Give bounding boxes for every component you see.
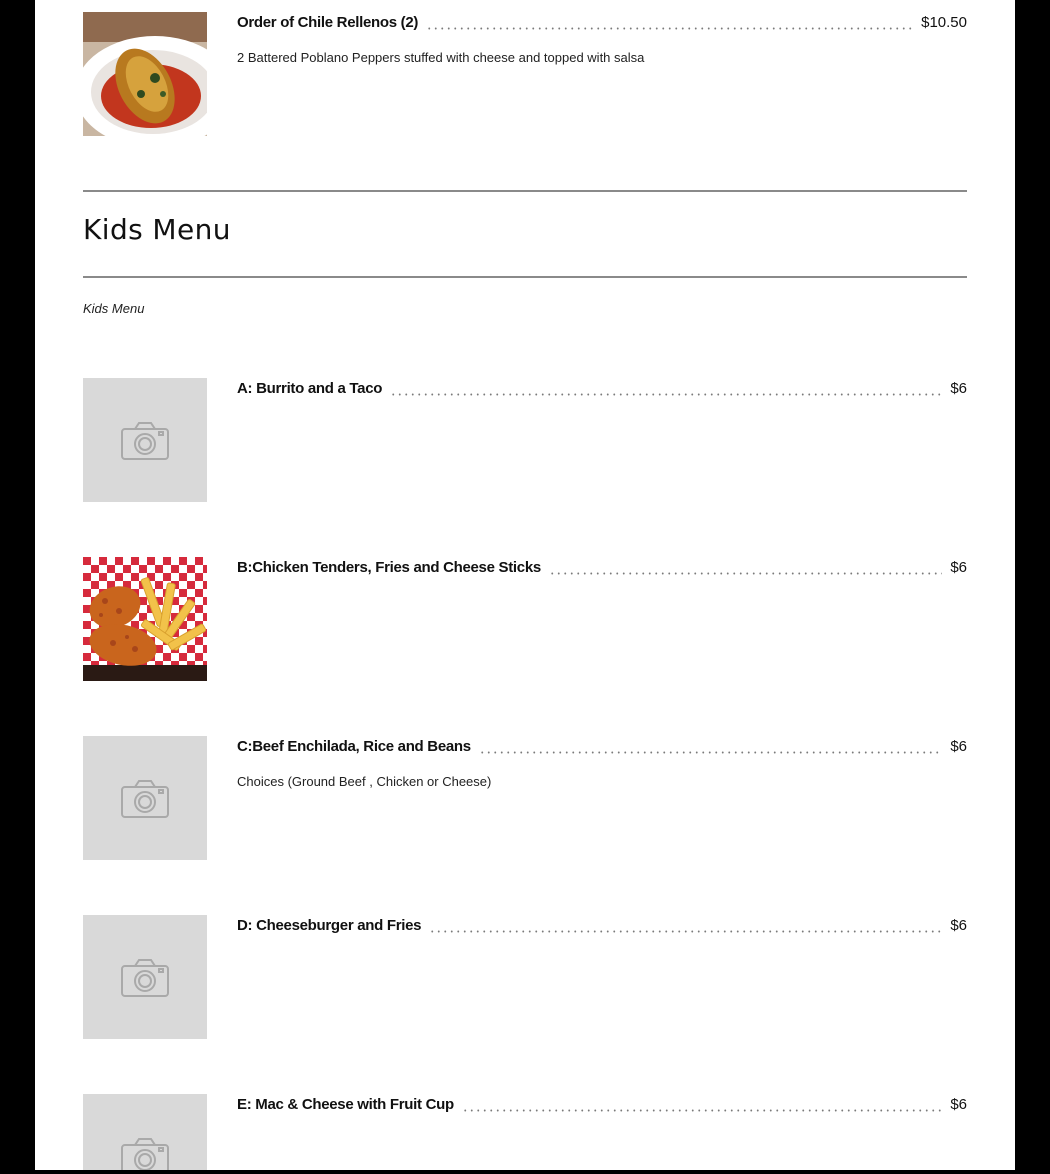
menu-item-price: $10.50 bbox=[921, 14, 967, 31]
dot-leader bbox=[429, 921, 943, 933]
dot-leader bbox=[548, 563, 943, 575]
dot-leader bbox=[390, 384, 943, 396]
image-placeholder[interactable] bbox=[83, 378, 207, 502]
menu-item-name: C:Beef Enchilada, Rice and Beans bbox=[237, 738, 471, 755]
menu-item-header: B:Chicken Tenders, Fries and Cheese Stic… bbox=[237, 559, 967, 579]
camera-placeholder-icon bbox=[121, 422, 169, 460]
menu-item-header: C:Beef Enchilada, Rice and Beans $6 bbox=[237, 738, 967, 758]
image-placeholder[interactable] bbox=[83, 736, 207, 860]
camera-placeholder-icon bbox=[121, 780, 169, 818]
menu-item-description: 2 Battered Poblano Peppers stuffed with … bbox=[237, 50, 645, 65]
menu-item-price: $6 bbox=[950, 917, 967, 934]
menu-item-description: Choices (Ground Beef , Chicken or Cheese… bbox=[237, 774, 492, 789]
chile-relleno-photo[interactable] bbox=[83, 12, 207, 136]
menu-item-price: $6 bbox=[950, 559, 967, 576]
camera-placeholder-icon bbox=[121, 959, 169, 997]
menu-item-beef-enchilada[interactable]: C:Beef Enchilada, Rice and Beans $6 Choi… bbox=[83, 736, 967, 860]
menu-item-header: E: Mac & Cheese with Fruit Cup $6 bbox=[237, 1096, 967, 1116]
menu-item-header: D: Cheeseburger and Fries $6 bbox=[237, 917, 967, 937]
menu-item-price: $6 bbox=[950, 738, 967, 755]
dot-leader bbox=[478, 742, 943, 754]
menu-item-cheeseburger[interactable]: D: Cheeseburger and Fries $6 bbox=[83, 915, 967, 1039]
menu-item-chicken-tenders[interactable]: B:Chicken Tenders, Fries and Cheese Stic… bbox=[83, 557, 967, 681]
dot-leader bbox=[461, 1100, 943, 1112]
menu-item-price: $6 bbox=[950, 380, 967, 397]
menu-item-name: D: Cheeseburger and Fries bbox=[237, 917, 422, 934]
menu-item-header: A: Burrito and a Taco $6 bbox=[237, 380, 967, 400]
section-subtitle: Kids Menu bbox=[83, 301, 145, 316]
section-title: Kids Menu bbox=[83, 213, 231, 246]
menu-item-mac-cheese[interactable]: E: Mac & Cheese with Fruit Cup $6 bbox=[83, 1094, 967, 1170]
menu-item-name: A: Burrito and a Taco bbox=[237, 380, 383, 397]
menu-item-name: B:Chicken Tenders, Fries and Cheese Stic… bbox=[237, 559, 541, 576]
menu-item-name: Order of Chile Rellenos (2) bbox=[237, 14, 419, 31]
menu-page: Order of Chile Rellenos (2) $10.50 2 Bat… bbox=[35, 0, 1015, 1170]
section-divider-bottom bbox=[83, 276, 967, 278]
image-placeholder[interactable] bbox=[83, 915, 207, 1039]
menu-item-chile-rellenos[interactable]: Order of Chile Rellenos (2) $10.50 2 Bat… bbox=[83, 12, 967, 136]
camera-placeholder-icon bbox=[121, 1138, 169, 1170]
menu-item-header: Order of Chile Rellenos (2) $10.50 bbox=[237, 14, 967, 34]
menu-item-name: E: Mac & Cheese with Fruit Cup bbox=[237, 1096, 454, 1113]
section-divider-top bbox=[83, 190, 967, 192]
image-placeholder[interactable] bbox=[83, 1094, 207, 1170]
chicken-tenders-photo[interactable] bbox=[83, 557, 207, 681]
menu-item-burrito-taco[interactable]: A: Burrito and a Taco $6 bbox=[83, 378, 967, 502]
dot-leader bbox=[426, 18, 914, 30]
menu-item-price: $6 bbox=[950, 1096, 967, 1113]
